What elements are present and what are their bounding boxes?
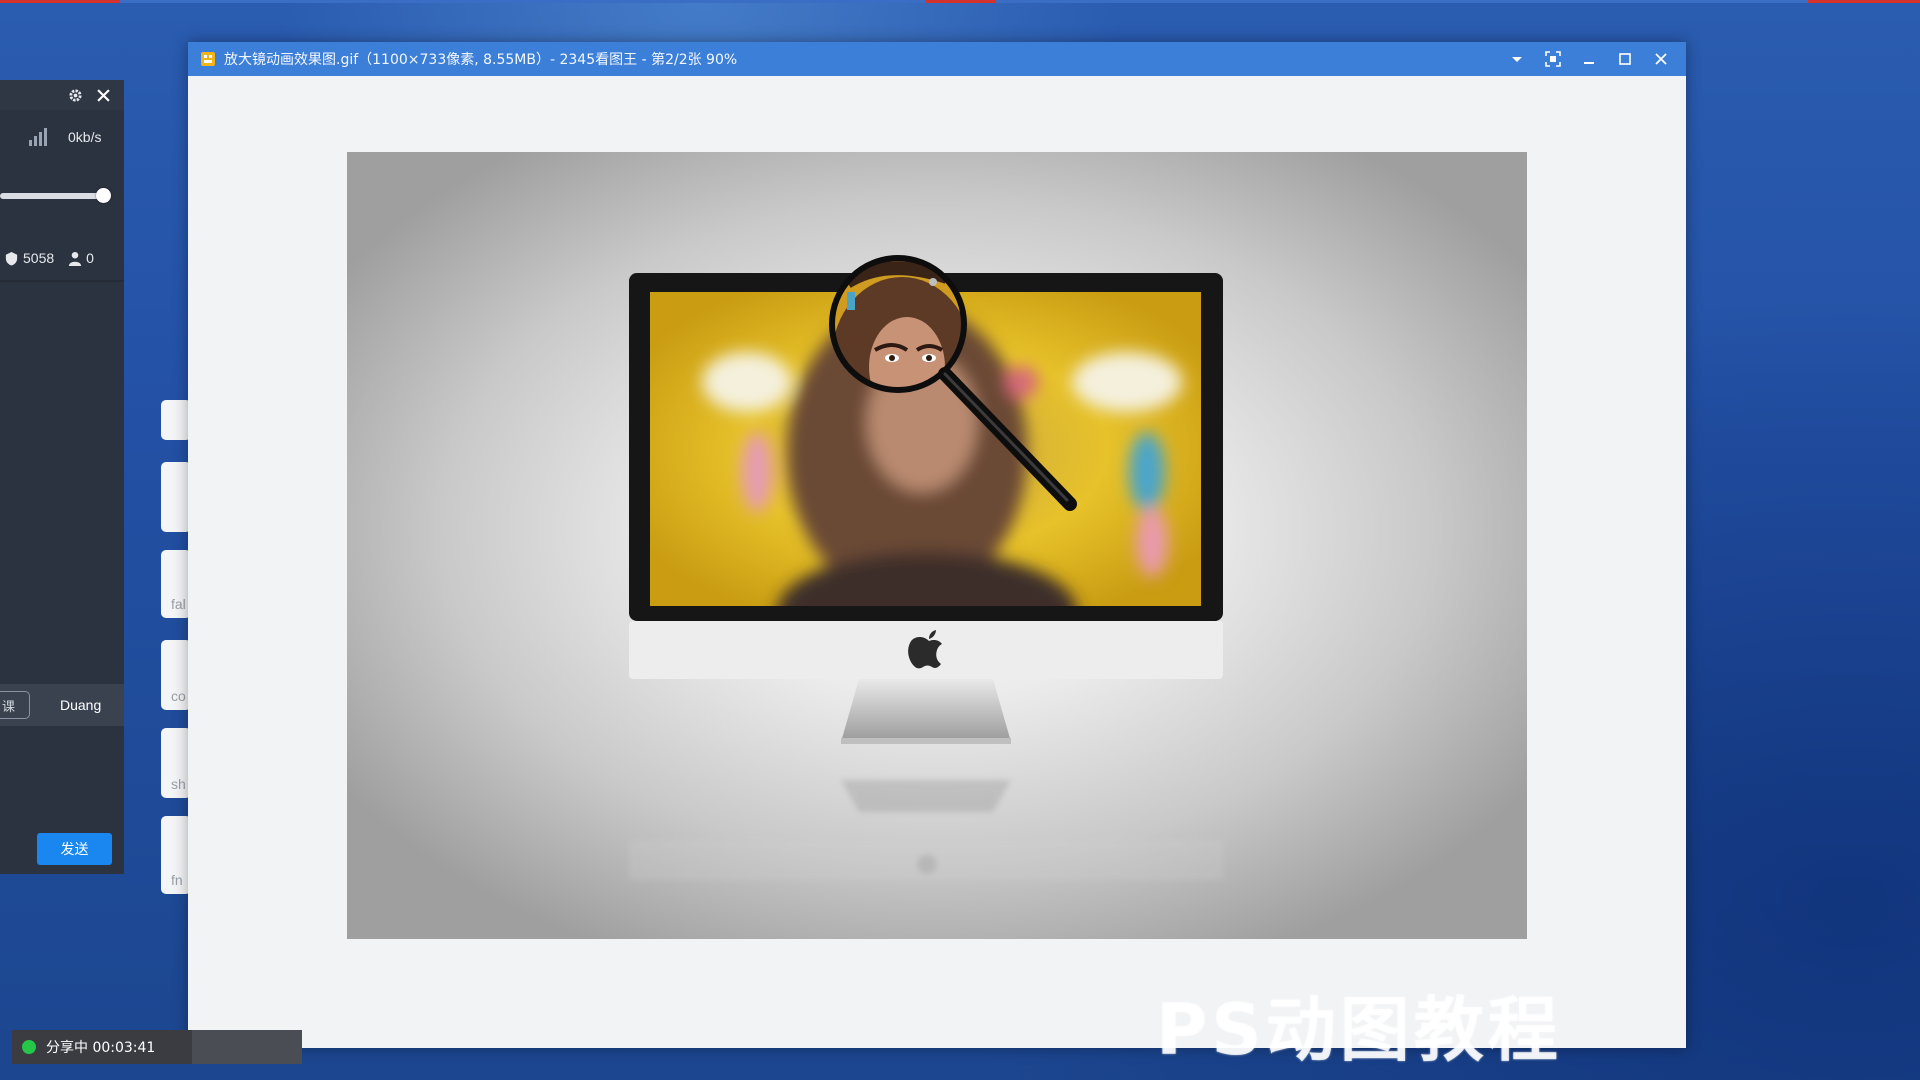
desktop-top-strip	[0, 0, 1920, 3]
image-watermark: PS动图教程	[1156, 989, 1562, 1071]
side-card[interactable]	[161, 400, 191, 440]
desktop-top-accent-left	[0, 0, 120, 3]
chevron-down-icon[interactable]	[1508, 50, 1526, 68]
minimize-icon[interactable]	[1580, 50, 1598, 68]
desktop-top-accent-right	[1808, 0, 1920, 3]
viewer-count: 5058	[23, 250, 55, 266]
panel-header	[0, 80, 124, 110]
desktop-top-accent-center	[926, 0, 996, 3]
close-icon[interactable]	[1652, 50, 1670, 68]
image-viewer-window: 放大镜动画效果图.gif（1100×733像素, 8.55MB）- 2345看图…	[188, 42, 1686, 1071]
viewer-title: 放大镜动画效果图.gif（1100×733像素, 8.55MB）- 2345看图…	[224, 52, 738, 68]
person-icon	[68, 251, 82, 266]
panel-divider	[0, 280, 124, 282]
close-icon[interactable]	[97, 88, 110, 102]
maximize-icon[interactable]	[1616, 50, 1634, 68]
window-controls	[1508, 42, 1670, 76]
volume-slider-track[interactable]	[0, 193, 104, 199]
fullscreen-icon[interactable]	[1544, 50, 1562, 68]
network-speed-value: 0kb/s	[68, 129, 102, 145]
imac-magnifier-illustration	[629, 255, 1223, 880]
member-count: 0	[86, 250, 94, 266]
side-card[interactable]: sh	[161, 728, 191, 798]
audience-stats: 5058 0	[4, 250, 94, 266]
monitor-stand	[841, 679, 1011, 742]
volume-slider-handle[interactable]	[96, 188, 111, 203]
tab-course[interactable]: 课	[0, 691, 30, 719]
side-card[interactable]: fn	[161, 816, 191, 894]
side-card[interactable]	[161, 462, 191, 532]
displayed-image[interactable]	[347, 152, 1527, 939]
live-control-panel: 0kb/s 5058 0 课 Duang 发送	[0, 80, 124, 874]
recording-status-icon	[22, 1040, 36, 1054]
message-tabs: 课 Duang	[0, 684, 124, 726]
screen-share-status[interactable]: 分享中 00:03:41	[12, 1030, 302, 1064]
share-status-label: 分享中 00:03:41	[46, 1040, 156, 1056]
viewer-titlebar[interactable]: 放大镜动画效果图.gif（1100×733像素, 8.55MB）- 2345看图…	[188, 42, 1686, 76]
network-speed: 0kb/s	[28, 128, 101, 146]
send-button[interactable]: 发送	[37, 833, 112, 865]
gear-icon[interactable]	[68, 88, 83, 103]
image-app-icon	[200, 51, 216, 67]
user-badge-icon	[4, 251, 19, 266]
volume-slider[interactable]	[0, 188, 111, 203]
signal-bars-icon	[28, 128, 50, 146]
tab-duang[interactable]: Duang	[60, 697, 101, 713]
share-status-extension	[192, 1030, 302, 1064]
side-card[interactable]: co	[161, 640, 191, 710]
monitor-reflection	[629, 780, 1223, 880]
side-card[interactable]: fal	[161, 550, 191, 618]
